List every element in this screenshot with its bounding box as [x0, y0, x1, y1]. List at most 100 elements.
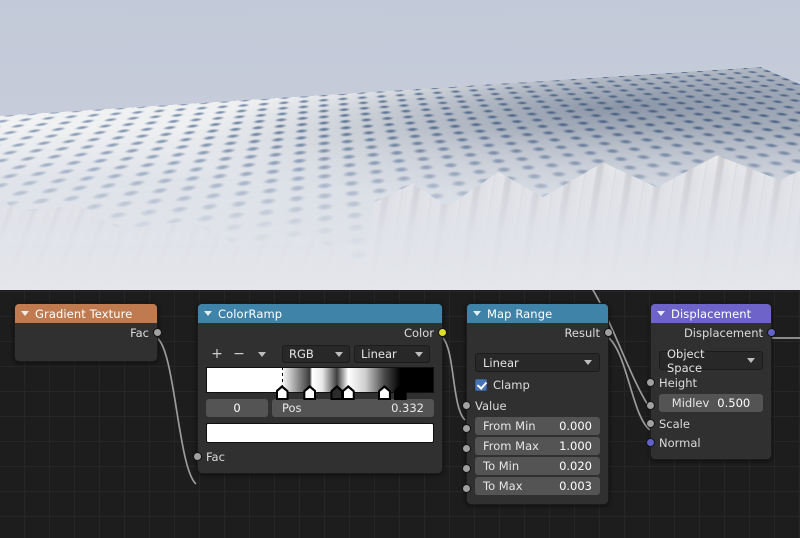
- node-displacement[interactable]: Displacement Displacement Object Space H…: [646, 303, 776, 460]
- remove-stop-button[interactable]: −: [228, 347, 250, 361]
- input-label-normal: Normal: [659, 435, 701, 450]
- colorramp-value-row: 0 Pos 0.332: [206, 399, 434, 417]
- node-spacer: [15, 342, 157, 354]
- pos-value: 0.332: [391, 401, 424, 415]
- interpolation-value: Linear: [483, 355, 519, 370]
- input-label-scale: Scale: [659, 416, 690, 431]
- colorramp-gradient-bar[interactable]: [206, 367, 434, 400]
- input-row-midlevel: Midlev 0.500: [646, 394, 771, 412]
- output-row-color: Color: [198, 323, 447, 342]
- blender-window: Gradient Texture Fac ColorRamp Color + −…: [0, 0, 800, 538]
- node-editor[interactable]: Gradient Texture Fac ColorRamp Color + −…: [0, 290, 800, 538]
- link-gradient-to-colorramp: [156, 337, 197, 485]
- socket-input-normal[interactable]: [646, 437, 655, 447]
- colorramp-color-swatch[interactable]: [206, 423, 434, 443]
- input-row-from-min: From Min 0.000: [462, 417, 608, 435]
- input-row-to-max: To Max 0.003: [462, 477, 608, 495]
- output-label-displacement: Displacement: [683, 325, 763, 340]
- midlevel-value: 0.500: [717, 396, 751, 410]
- output-label-result: Result: [564, 325, 600, 340]
- chevron-down-icon: [584, 360, 592, 365]
- from-max-label: From Max: [483, 439, 539, 453]
- interpolation-dropdown[interactable]: Linear: [475, 353, 600, 372]
- socket-output-displacement[interactable]: [767, 327, 776, 337]
- colorramp-gradient: [207, 368, 433, 392]
- space-dropdown[interactable]: Object Space: [659, 347, 763, 375]
- socket-input-height[interactable]: [646, 377, 655, 387]
- socket-output-fac[interactable]: [153, 327, 162, 337]
- viewport-render[interactable]: [0, 0, 800, 290]
- midlevel-field[interactable]: Midlev 0.500: [659, 394, 763, 412]
- socket-output-result[interactable]: [604, 327, 613, 337]
- socket-input-from-min[interactable]: [462, 424, 471, 433]
- to-min-value: 0.020: [559, 459, 592, 473]
- from-min-value: 0.000: [559, 419, 592, 433]
- from-min-label: From Min: [483, 419, 536, 433]
- socket-input-from-max[interactable]: [462, 444, 471, 453]
- node-body-colorramp: Color + − RGB Linear 0 Pos 0.332 Fac: [193, 323, 447, 473]
- socket-input-scale[interactable]: [646, 418, 655, 428]
- node-body-map-range: Result Linear Clamp Value From Min 0.000…: [462, 323, 613, 504]
- node-title: Map Range: [487, 306, 553, 321]
- node-title: ColorRamp: [218, 306, 283, 321]
- from-max-value: 1.000: [559, 439, 592, 453]
- socket-output-color[interactable]: [438, 327, 447, 337]
- socket-input-value[interactable]: [462, 400, 471, 410]
- node-header-gradient-texture[interactable]: Gradient Texture: [15, 304, 157, 323]
- socket-input-to-max[interactable]: [462, 484, 471, 493]
- to-max-label: To Max: [483, 479, 523, 493]
- colorramp-menu-button[interactable]: [250, 351, 274, 357]
- clamp-checkbox-row[interactable]: Clamp: [467, 375, 608, 396]
- clamp-checkbox[interactable]: [475, 379, 487, 391]
- chevron-down-icon: [415, 351, 423, 357]
- add-stop-button[interactable]: +: [206, 347, 228, 361]
- input-row-scale: Scale: [646, 414, 771, 433]
- input-label-height: Height: [659, 375, 698, 390]
- node-colorramp[interactable]: ColorRamp Color + − RGB Linear 0 Pos 0.3…: [193, 303, 447, 474]
- output-label-fac: Fac: [130, 325, 149, 340]
- socket-input-midlevel[interactable]: [646, 401, 655, 410]
- midlevel-label: Midlev: [671, 396, 710, 410]
- to-min-label: To Min: [483, 459, 520, 473]
- node-header-map-range[interactable]: Map Range: [467, 304, 608, 323]
- node-body-displacement: Displacement Object Space Height Midlev: [646, 323, 776, 459]
- triangle-down-icon[interactable]: [204, 311, 212, 316]
- to-min-field[interactable]: To Min 0.020: [475, 457, 600, 475]
- socket-input-to-min[interactable]: [462, 464, 471, 473]
- chevron-down-icon: [747, 358, 755, 363]
- input-row-value: Value: [462, 396, 608, 415]
- output-row-displacement: Displacement: [651, 323, 776, 342]
- node-spacer: [467, 342, 608, 350]
- input-row-from-max: From Max 1.000: [462, 437, 608, 455]
- input-row-height: Height: [646, 373, 771, 392]
- node-title: Displacement: [671, 306, 752, 321]
- colorramp-pos-field[interactable]: Pos 0.332: [272, 399, 434, 417]
- node-body-gradient-texture: Fac: [15, 323, 162, 361]
- node-header-displacement[interactable]: Displacement: [651, 304, 771, 323]
- color-mode-value: RGB: [289, 347, 314, 361]
- color-mode-dropdown[interactable]: RGB: [282, 345, 350, 363]
- socket-input-fac[interactable]: [193, 451, 202, 461]
- node-title: Gradient Texture: [35, 306, 133, 321]
- clamp-label: Clamp: [493, 378, 530, 392]
- triangle-down-icon[interactable]: [473, 311, 481, 316]
- interpolation-dropdown[interactable]: Linear: [354, 345, 430, 363]
- from-max-field[interactable]: From Max 1.000: [475, 437, 600, 455]
- pos-label: Pos: [282, 401, 302, 415]
- to-max-value: 0.003: [559, 479, 592, 493]
- interpolation-value: Linear: [361, 347, 397, 361]
- output-row-fac: Fac: [15, 323, 162, 342]
- node-header-colorramp[interactable]: ColorRamp: [198, 304, 442, 323]
- input-label-fac: Fac: [206, 449, 225, 464]
- triangle-down-icon[interactable]: [21, 311, 29, 316]
- node-gradient-texture[interactable]: Gradient Texture Fac: [14, 303, 162, 362]
- node-map-range[interactable]: Map Range Result Linear Clamp Value From…: [462, 303, 613, 505]
- output-label-color: Color: [403, 325, 434, 340]
- chevron-down-icon: [258, 351, 266, 357]
- colorramp-index-field[interactable]: 0: [206, 399, 268, 417]
- triangle-down-icon[interactable]: [657, 311, 665, 316]
- chevron-down-icon: [335, 351, 343, 357]
- to-max-field[interactable]: To Max 0.003: [475, 477, 600, 495]
- from-min-field[interactable]: From Min 0.000: [475, 417, 600, 435]
- input-row-to-min: To Min 0.020: [462, 457, 608, 475]
